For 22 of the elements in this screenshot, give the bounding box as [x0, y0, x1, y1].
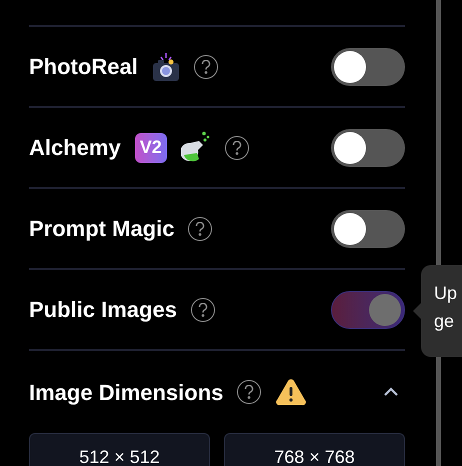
tooltip-text: Up [434, 282, 458, 305]
help-icon[interactable] [224, 136, 249, 160]
setting-label: PhotoReal [29, 53, 138, 81]
setting-label: Public Images [29, 296, 177, 324]
toggle-switch[interactable] [331, 210, 405, 248]
tooltip-text: ge [434, 310, 454, 333]
dimension-option[interactable]: 768 × 768 [224, 433, 405, 466]
help-icon[interactable] [237, 380, 262, 404]
toggle-switch[interactable] [331, 48, 405, 86]
setting-label: Alchemy [29, 134, 121, 162]
version-badge: V2 [134, 132, 167, 162]
toggle-switch[interactable] [331, 128, 405, 166]
help-icon[interactable] [188, 216, 212, 240]
chevron-icon[interactable] [383, 387, 399, 397]
toggle-switch[interactable] [331, 290, 405, 328]
dimension-option[interactable]: 512 × 512 [29, 433, 210, 466]
help-icon[interactable] [190, 298, 215, 322]
setting-label: Prompt Magic [29, 215, 174, 243]
section-title: Image Dimensions [29, 378, 224, 407]
camera-flash-icon [152, 50, 180, 82]
help-icon[interactable] [194, 54, 218, 78]
flask-icon [180, 130, 211, 164]
